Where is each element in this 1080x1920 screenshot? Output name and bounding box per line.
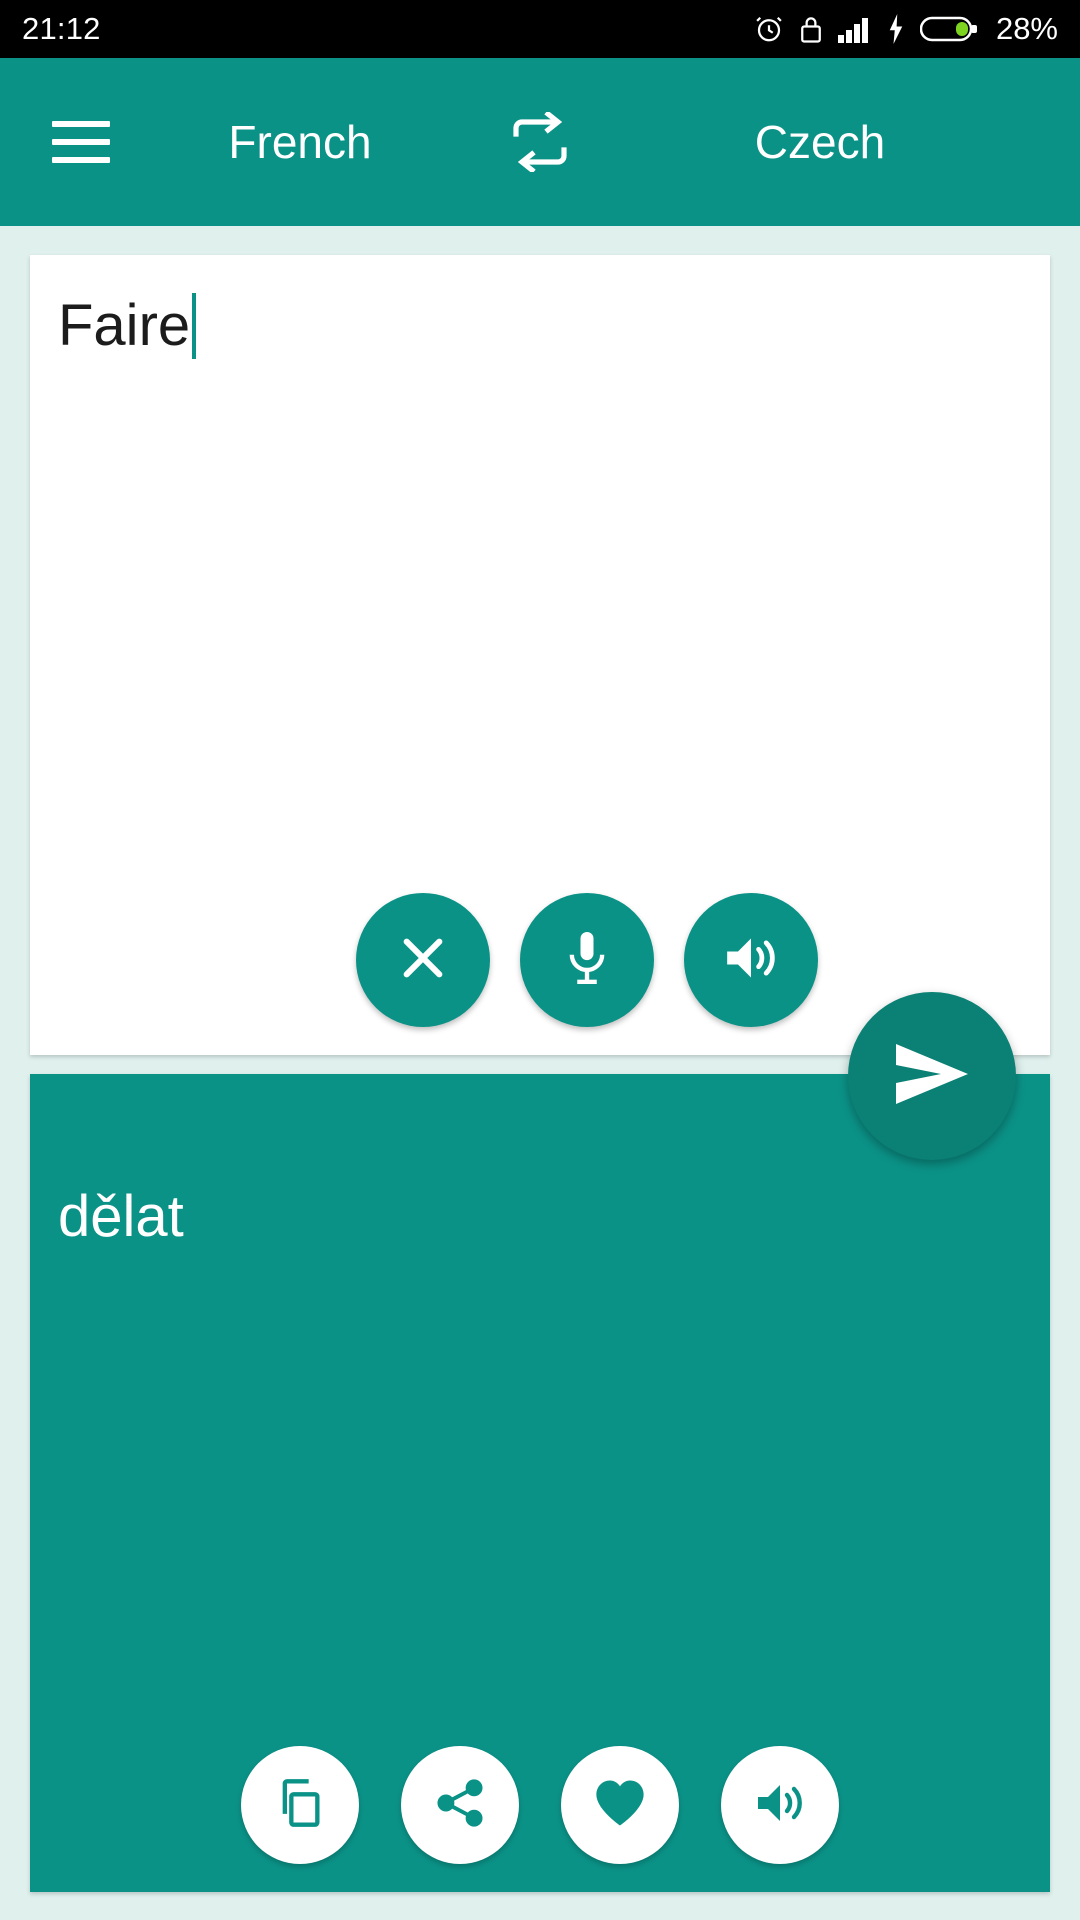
source-input-text: Faire [58, 293, 191, 358]
translate-send-button[interactable] [848, 992, 1016, 1160]
share-button[interactable] [401, 1746, 519, 1864]
status-bar: 21:12 28% [0, 0, 1080, 58]
text-cursor [192, 293, 197, 359]
source-action-bar [356, 893, 818, 1027]
hamburger-bar [52, 139, 110, 145]
copy-icon [274, 1777, 326, 1834]
status-icons: 28% [754, 11, 1058, 47]
favorite-button[interactable] [561, 1746, 679, 1864]
charging-bolt-icon [886, 14, 906, 44]
swap-languages-icon[interactable] [505, 107, 575, 177]
hamburger-bar [52, 121, 110, 127]
battery-icon [919, 15, 978, 43]
alarm-icon [754, 14, 784, 44]
hamburger-bar [52, 157, 110, 163]
source-language-selector[interactable]: French [150, 115, 450, 169]
target-language-selector[interactable]: Czech [670, 115, 970, 169]
heart-icon [593, 1778, 647, 1833]
clear-button[interactable] [356, 893, 490, 1027]
app-bar: French Czech [0, 58, 1080, 226]
target-action-bar [30, 1746, 1050, 1864]
close-x-icon [395, 930, 451, 991]
target-text-panel[interactable]: dělat [30, 1074, 1050, 1892]
copy-button[interactable] [241, 1746, 359, 1864]
speaker-icon [722, 932, 780, 989]
source-text-panel[interactable]: Faire [30, 255, 1050, 1055]
voice-input-button[interactable] [520, 893, 654, 1027]
speak-target-button[interactable] [721, 1746, 839, 1864]
hamburger-menu-icon[interactable] [52, 121, 110, 163]
battery-percent: 28% [995, 11, 1058, 46]
signal-icon [837, 15, 872, 43]
send-arrow-icon [893, 1040, 971, 1113]
microphone-icon [561, 929, 613, 992]
source-input-area[interactable]: Faire [58, 293, 197, 360]
status-time: 21:12 [22, 11, 101, 46]
lock-icon [798, 14, 824, 44]
speaker-icon [753, 1779, 807, 1832]
translation-output-text: dělat [58, 1184, 184, 1249]
share-icon [434, 1777, 486, 1834]
speak-source-button[interactable] [684, 893, 818, 1027]
